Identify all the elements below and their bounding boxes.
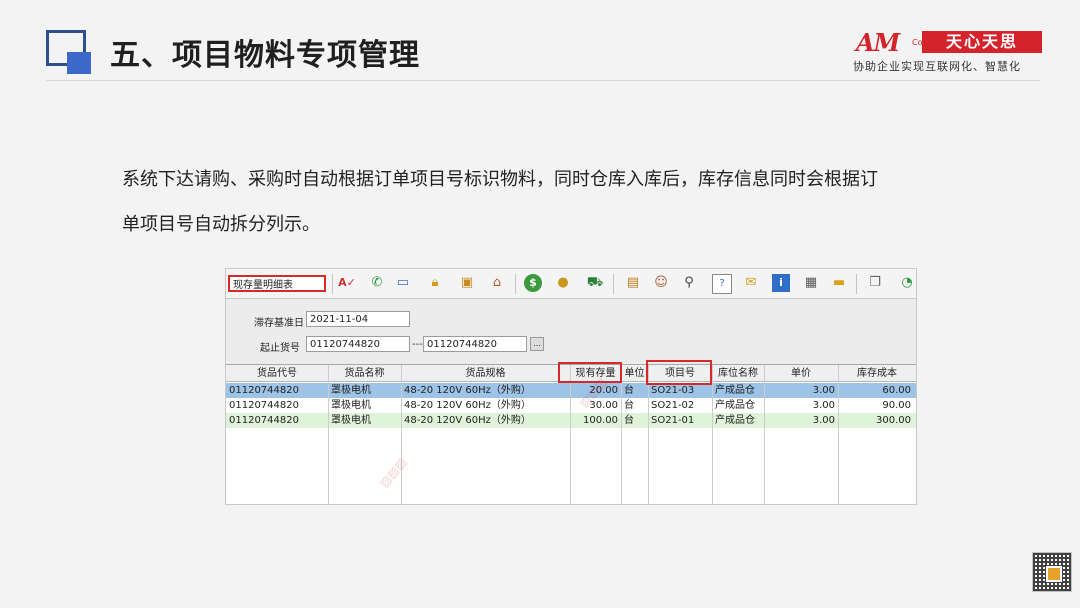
brand-tagline: 协助企业实现互联网化、智慧化 bbox=[853, 60, 1021, 73]
cell-spec: 48-20 120V 60Hz（外购） bbox=[404, 385, 531, 396]
cell-code: 01120744820 bbox=[229, 385, 299, 396]
cell-price: 3.00 bbox=[812, 400, 835, 411]
cell-cost: 60.00 bbox=[882, 385, 911, 396]
cell-project: SO21-02 bbox=[651, 400, 695, 411]
cell-project: SO21-01 bbox=[651, 415, 695, 426]
table-row[interactable]: 01120744820 罩极电机 48-20 120V 60Hz（外购） 100… bbox=[226, 413, 916, 428]
cell-spec: 48-20 120V 60Hz（外购） bbox=[404, 400, 531, 411]
cell-unit: 台 bbox=[624, 415, 634, 426]
folder-icon[interactable]: ▬ bbox=[830, 274, 848, 292]
cell-code: 01120744820 bbox=[229, 415, 299, 426]
range-label: 起止货号 bbox=[260, 343, 300, 354]
column-divider bbox=[328, 365, 329, 504]
browse-button[interactable]: ... bbox=[530, 337, 544, 351]
cell-cost: 90.00 bbox=[882, 400, 911, 411]
col-header-code[interactable]: 货品代号 bbox=[226, 365, 328, 382]
col-header-price[interactable]: 单价 bbox=[764, 365, 838, 382]
cell-name: 罩极电机 bbox=[331, 385, 371, 396]
column-divider bbox=[648, 365, 649, 504]
col-header-unit[interactable]: 单位 bbox=[621, 365, 648, 382]
cell-price: 3.00 bbox=[812, 415, 835, 426]
abc-check-icon[interactable]: A✓ bbox=[338, 274, 356, 292]
column-divider bbox=[838, 365, 839, 504]
home-icon[interactable]: ⌂ bbox=[488, 274, 506, 292]
cell-code: 01120744820 bbox=[229, 400, 299, 411]
view-select[interactable]: 现存量明细表 bbox=[228, 275, 326, 292]
cell-unit: 台 bbox=[624, 385, 634, 396]
cell-qty: 100.00 bbox=[583, 415, 618, 426]
calculator-icon[interactable]: ▦ bbox=[802, 274, 820, 292]
toolbar: 现存量明细表 A✓ ✆ ▭ 🔒︎ ▣ ⌂ $ ● ⛟ ▤ ☺ ⚲ ? ✉ i ▦… bbox=[226, 269, 916, 299]
toolbar-separator bbox=[515, 274, 516, 294]
cell-project: SO21-03 bbox=[651, 385, 695, 396]
qr-code-logo bbox=[1046, 566, 1062, 582]
date-field[interactable]: 2021-11-04 bbox=[306, 311, 410, 327]
highlight-project-column bbox=[646, 360, 712, 385]
toolbar-separator bbox=[613, 274, 614, 294]
info-icon[interactable]: i bbox=[772, 274, 790, 292]
filter-form: 滞存基准日 2021-11-04 起止货号 01120744820 --- 01… bbox=[226, 299, 916, 363]
refresh-icon[interactable]: ◔ bbox=[898, 274, 916, 292]
table-row[interactable]: 01120744820 罩极电机 48-20 120V 60Hz（外购） 20.… bbox=[226, 383, 916, 398]
body-text-line-1: 系统下达请购、采购时自动根据订单项目号标识物料，同时仓库入库后，库存信息同时会根… bbox=[122, 169, 878, 190]
mail-icon[interactable]: ✉ bbox=[742, 274, 760, 292]
slide: 五、项目物料专项管理 AM Co. 天心天思 协助企业实现互联网化、智慧化 系统… bbox=[0, 0, 1080, 608]
phone-icon[interactable]: ✆ bbox=[368, 274, 386, 292]
toolbar-separator bbox=[856, 274, 857, 294]
users-icon[interactable]: ☺ bbox=[652, 274, 670, 292]
brand-logo-am: AM bbox=[856, 28, 900, 57]
range-separator: --- bbox=[412, 339, 423, 350]
to-sku-field[interactable]: 01120744820 bbox=[423, 336, 527, 352]
money-bag-icon[interactable]: ● bbox=[554, 274, 572, 292]
monitor-icon[interactable]: ▭ bbox=[394, 274, 412, 292]
briefcase-icon[interactable]: ▣ bbox=[458, 274, 476, 292]
column-divider bbox=[570, 365, 571, 504]
dollar-icon[interactable]: $ bbox=[524, 274, 542, 292]
column-divider bbox=[712, 365, 713, 504]
link-icon[interactable]: ⚲ bbox=[680, 274, 698, 292]
clipboard-icon[interactable]: ▤ bbox=[624, 274, 642, 292]
column-divider bbox=[621, 365, 622, 504]
column-divider bbox=[401, 365, 402, 504]
cell-unit: 台 bbox=[624, 400, 634, 411]
inventory-detail-window: 现存量明细表 A✓ ✆ ▭ 🔒︎ ▣ ⌂ $ ● ⛟ ▤ ☺ ⚲ ? ✉ i ▦… bbox=[225, 268, 917, 505]
copy-icon[interactable]: ❐ bbox=[866, 274, 884, 292]
cell-name: 罩极电机 bbox=[331, 415, 371, 426]
from-sku-field[interactable]: 01120744820 bbox=[306, 336, 410, 352]
lock-icon[interactable]: 🔒︎ bbox=[426, 274, 444, 292]
header-divider bbox=[46, 80, 1040, 81]
column-divider bbox=[764, 365, 765, 504]
help-doc-icon[interactable]: ? bbox=[712, 274, 732, 294]
inventory-table: 货品代号 货品名称 货品规格 现有存量 单位 项目号 库位名称 单价 库存成本 … bbox=[226, 360, 916, 504]
page-title: 五、项目物料专项管理 bbox=[110, 38, 420, 73]
table-row[interactable]: 01120744820 罩极电机 48-20 120V 60Hz（外购） 30.… bbox=[226, 398, 916, 413]
cell-location: 产成品仓 bbox=[715, 415, 755, 426]
brand-logo-text: 天心天思 bbox=[922, 31, 1042, 53]
cell-cost: 300.00 bbox=[876, 415, 911, 426]
col-header-spec[interactable]: 货品规格 bbox=[401, 365, 570, 382]
col-header-name[interactable]: 货品名称 bbox=[328, 365, 401, 382]
cell-location: 产成品仓 bbox=[715, 385, 755, 396]
cart-icon[interactable]: ⛟ bbox=[586, 274, 604, 292]
date-label: 滞存基准日 bbox=[254, 318, 304, 329]
toolbar-separator bbox=[332, 274, 333, 294]
body-text-line-2: 单项目号自动拆分列示。 bbox=[122, 214, 320, 235]
col-header-location[interactable]: 库位名称 bbox=[712, 365, 764, 382]
title-decoration-fill bbox=[67, 52, 91, 74]
cell-price: 3.00 bbox=[812, 385, 835, 396]
cell-location: 产成品仓 bbox=[715, 400, 755, 411]
cell-name: 罩极电机 bbox=[331, 400, 371, 411]
col-header-cost[interactable]: 库存成本 bbox=[838, 365, 916, 382]
